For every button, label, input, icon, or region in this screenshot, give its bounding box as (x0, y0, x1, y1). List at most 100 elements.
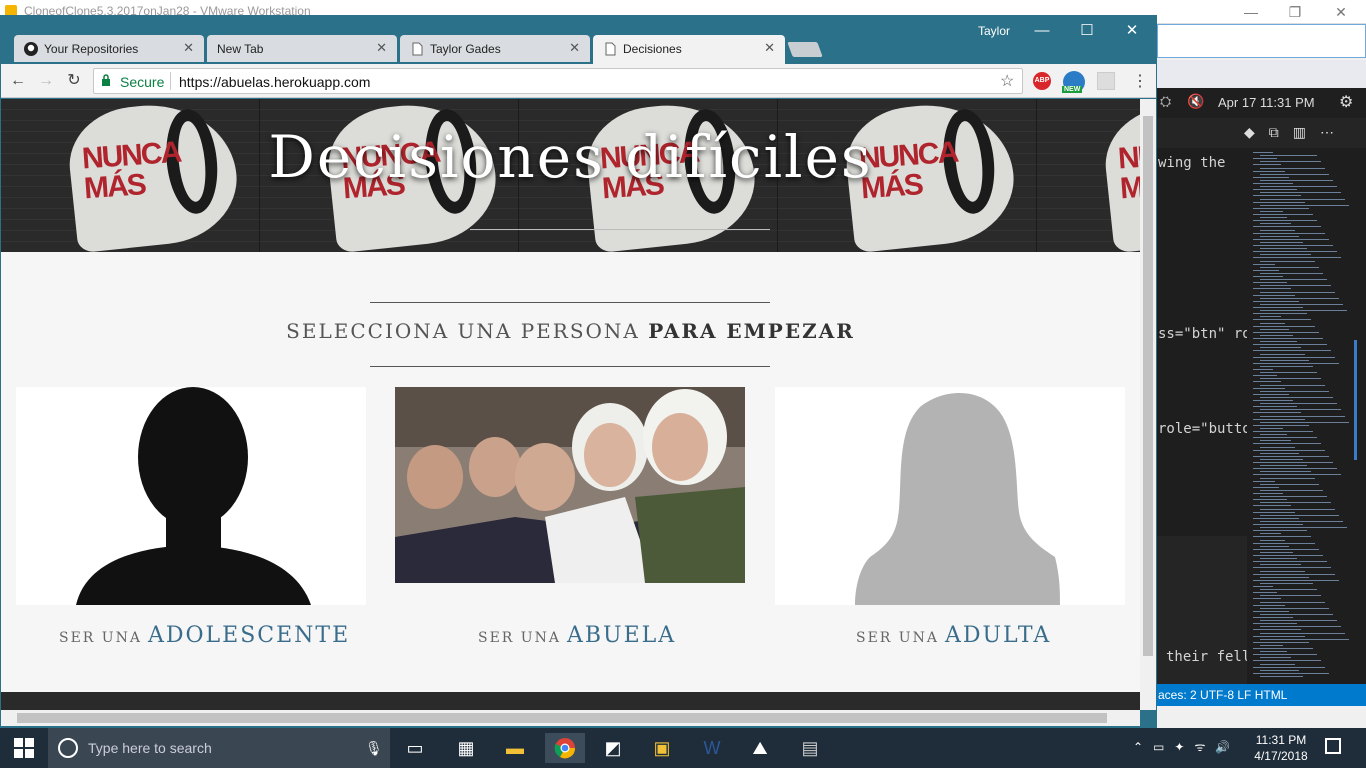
minimap-line (1260, 427, 1283, 429)
notification-center-icon[interactable] (1325, 738, 1341, 754)
adulta-image[interactable] (775, 387, 1125, 605)
adolescente-image[interactable] (16, 387, 366, 605)
task-view-icon[interactable]: ▭ (400, 733, 430, 763)
tab-close-icon[interactable]: ✕ (376, 40, 387, 56)
taskbar-search-placeholder[interactable]: Type here to search (88, 740, 212, 756)
url-text[interactable]: https://abuelas.herokuapp.com (179, 74, 370, 90)
minimap-line (1253, 257, 1341, 259)
settings-icon[interactable]: ⚙ (1339, 92, 1353, 112)
chrome-taskbar-icon[interactable] (545, 733, 585, 763)
tab-taylor-gades[interactable]: Taylor Gades ✕ (400, 35, 590, 62)
minimap-line (1260, 446, 1295, 448)
vmware-minimize-button[interactable]: — (1236, 2, 1266, 22)
minimap-line (1260, 434, 1287, 436)
minimap-line (1253, 579, 1339, 581)
editor-action-icons[interactable]: ◆⧉▥⋯ (1244, 124, 1348, 141)
minimap-line (1260, 248, 1307, 250)
tab-close-icon[interactable]: ✕ (764, 40, 775, 56)
tab-new-tab[interactable]: New Tab ✕ (207, 35, 397, 62)
minimap-line (1253, 617, 1293, 618)
vmware-close-button[interactable]: ✕ (1326, 2, 1356, 22)
minimap-line (1253, 511, 1295, 513)
new-tab-button[interactable] (787, 42, 823, 57)
extension-new-badge: NEW (1062, 86, 1083, 93)
minimap-line (1260, 204, 1349, 206)
minimap-line (1253, 214, 1313, 215)
hero-banner: NUNCA MÁS NUNCA MÁS NUNCA MÁS NUNCA MÁS NUNC… (1, 99, 1140, 252)
minimap-line (1253, 226, 1321, 228)
tab-close-icon[interactable]: ✕ (569, 40, 580, 56)
chrome-menu-icon[interactable]: ⋮ (1132, 71, 1148, 91)
option-abuela[interactable]: SER UNA ABUELA (478, 623, 676, 648)
system-tray-icons[interactable]: ⌃▭✦ᯤ🔊 (1133, 738, 1240, 755)
chrome-close-button[interactable]: ✕ (1114, 20, 1150, 42)
prompt-divider-top (370, 302, 770, 303)
minimap-line (1253, 486, 1279, 488)
file-explorer-icon[interactable]: ▬ (500, 733, 530, 763)
minimap-line (1253, 555, 1323, 556)
search-icon (58, 738, 78, 758)
minimap-line (1260, 626, 1341, 628)
adolescent-silhouette-icon (76, 387, 311, 605)
minimap-line (1260, 613, 1333, 615)
minimap-line (1253, 418, 1305, 420)
minimap-line (1260, 235, 1299, 237)
calculator-icon[interactable]: ▦ (451, 733, 481, 763)
minimap-line (1260, 378, 1321, 380)
page-vertical-scroll-thumb[interactable] (1143, 116, 1153, 656)
minimap-line (1260, 638, 1349, 640)
minimap-line (1260, 421, 1349, 423)
tab-your-repositories[interactable]: Your Repositories ✕ (14, 35, 204, 62)
vmware-restore-button[interactable]: ❐ (1280, 2, 1310, 22)
chrome-maximize-button[interactable]: ☐ (1069, 20, 1105, 42)
minimap-line (1253, 381, 1281, 383)
minimap-line (1253, 245, 1333, 246)
minimap-line (1260, 328, 1289, 330)
page-horizontal-scroll-thumb[interactable] (17, 713, 1107, 723)
code-line: wing the (1158, 155, 1226, 171)
minimap-line (1253, 195, 1301, 197)
photos-icon[interactable]: ⛰ (745, 733, 775, 763)
adblock-icon[interactable]: ABP (1033, 72, 1051, 90)
minimap-line (1260, 279, 1327, 281)
sticky-notes-icon[interactable]: ◩ (598, 733, 628, 763)
minimap-line (1260, 539, 1285, 541)
minimap-line (1260, 161, 1321, 163)
tab-close-icon[interactable]: ✕ (183, 40, 194, 56)
minimap-line (1253, 592, 1277, 594)
minimap-line (1253, 573, 1335, 575)
back-icon[interactable]: ← (8, 71, 28, 91)
reload-icon[interactable]: ↻ (64, 71, 84, 91)
minimap-line (1253, 530, 1307, 532)
minimap-line (1253, 474, 1341, 476)
editor-minimap[interactable] (1247, 148, 1353, 684)
option-adulta[interactable]: SER UNA ADULTA (856, 623, 1051, 648)
tab-decisiones[interactable]: Decisiones ✕ (593, 35, 785, 65)
chrome-profile-name[interactable]: Taylor (978, 24, 1010, 38)
minimap-line (1253, 672, 1329, 674)
abuela-image[interactable] (395, 387, 745, 583)
vmware-taskbar-icon[interactable]: ▣ (647, 733, 677, 763)
editor-scroll-thumb[interactable] (1354, 340, 1357, 460)
windows-start-icon[interactable] (14, 738, 34, 758)
minimap-line (1260, 545, 1289, 547)
minimap-line (1260, 632, 1345, 634)
minimap-line (1253, 462, 1333, 463)
minimap-line (1253, 387, 1285, 389)
minimap-line (1253, 189, 1297, 191)
bookmark-star-icon[interactable]: ☆ (1000, 71, 1014, 91)
minimap-line (1260, 173, 1329, 175)
taskbar-clock[interactable]: 11:31 PM 4/17/2018 (1252, 732, 1310, 764)
minimap-line (1253, 604, 1285, 606)
vmware-bottom-strip (1157, 706, 1366, 728)
extension-icon-2[interactable] (1097, 72, 1115, 90)
footer-mural-strip (1, 692, 1140, 710)
microphone-icon[interactable]: 🎙 (365, 740, 383, 757)
word-icon[interactable]: W (697, 733, 727, 763)
vmware-input-field[interactable] (1157, 24, 1366, 58)
forward-icon[interactable]: → (36, 71, 56, 91)
app-icon[interactable]: ▤ (795, 733, 825, 763)
minimap-line (1253, 288, 1291, 290)
option-adolescente[interactable]: SER UNA ADOLESCENTE (59, 623, 350, 648)
chrome-minimize-button[interactable]: — (1024, 20, 1060, 42)
